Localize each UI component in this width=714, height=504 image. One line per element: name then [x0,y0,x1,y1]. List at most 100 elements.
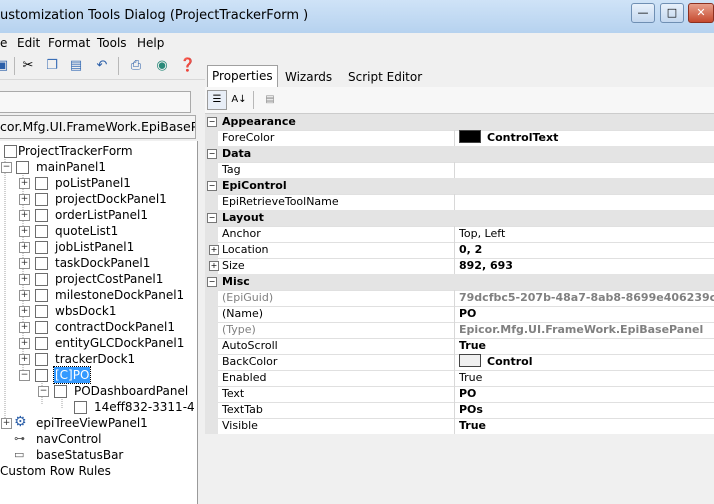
menu-help[interactable]: Help [137,36,164,50]
checkbox[interactable] [74,401,87,414]
minimize-button[interactable]: — [631,3,655,23]
menu-edit[interactable]: Edit [17,36,40,50]
categorized-icon[interactable]: ☰ [207,90,227,110]
checkbox[interactable] [35,177,48,190]
collapse-icon[interactable]: − [38,386,49,397]
property-value[interactable]: True [459,338,714,354]
property-row[interactable]: + Location 0, 2 [205,242,714,259]
paste-icon[interactable]: ▤ [66,56,86,76]
checkbox[interactable] [35,257,48,270]
expand-icon[interactable]: + [19,194,30,205]
expand-icon[interactable]: + [19,242,30,253]
checkbox[interactable] [35,305,48,318]
maximize-button[interactable]: □ [660,3,684,23]
expand-icon[interactable]: + [19,338,30,349]
property-row[interactable]: (EpiGuid) 79dcfbc5-207b-48a7-8ab8-8699e4… [205,290,714,307]
checkbox[interactable] [35,241,48,254]
expand-icon[interactable]: + [19,322,30,333]
alphabetical-icon[interactable]: A↓ [229,90,249,110]
expand-icon[interactable]: + [19,354,30,365]
tab-properties[interactable]: Properties [207,65,278,88]
checkbox[interactable] [35,289,48,302]
property-value[interactable]: Top, Left [459,226,714,242]
control-selector[interactable] [0,91,191,113]
property-row[interactable]: Visible True [205,418,714,435]
collapse-icon[interactable]: − [207,181,217,191]
expand-icon[interactable]: + [19,226,30,237]
collapse-icon[interactable]: − [1,162,12,173]
property-value[interactable]: True [459,418,714,434]
checkbox[interactable] [35,225,48,238]
checkbox[interactable] [35,321,48,334]
category-misc[interactable]: − Misc [205,274,714,291]
property-row[interactable]: BackColor Control [205,354,714,371]
expand-icon[interactable]: + [19,210,30,221]
checkbox[interactable] [54,385,67,398]
collapse-icon[interactable]: − [19,370,30,381]
tab-wizards[interactable]: Wizards [281,67,336,87]
property-row[interactable]: (Type) Epicor.Mfg.UI.FrameWork.EpiBasePa… [205,322,714,339]
property-value[interactable] [459,194,714,210]
expand-icon[interactable]: + [1,418,12,429]
property-value[interactable]: 0, 2 [459,242,714,258]
checkbox[interactable] [35,353,48,366]
property-grid[interactable]: − Appearance ForeColor ControlText − Dat… [205,114,714,435]
property-value[interactable]: PO [459,386,714,402]
save-icon[interactable]: ▣ [0,56,12,76]
category-layout[interactable]: − Layout [205,210,714,227]
property-row[interactable]: Tag [205,162,714,179]
collapse-icon[interactable]: − [207,277,217,287]
property-value[interactable]: 79dcfbc5-207b-48a7-8ab8-8699e406239c [459,290,714,306]
close-button[interactable]: ✕ [688,3,714,23]
property-row[interactable]: Anchor Top, Left [205,226,714,243]
menu-format[interactable]: Format [48,36,90,50]
property-value[interactable]: True [459,370,714,386]
copy-icon[interactable]: ❐ [42,56,62,76]
property-row[interactable]: EpiRetrieveToolName [205,194,714,211]
undo-icon[interactable]: ↶ [92,56,112,76]
menu-tools[interactable]: Tools [97,36,127,50]
cut-icon[interactable]: ✂ [18,56,38,76]
expand-icon[interactable]: + [209,261,219,271]
property-value[interactable]: PO [459,306,714,322]
checkbox[interactable] [35,273,48,286]
checkbox[interactable] [35,193,48,206]
expand-icon[interactable]: + [19,290,30,301]
expand-icon[interactable]: + [19,178,30,189]
collapse-icon[interactable]: − [207,213,217,223]
control-tree[interactable]: ProjectTrackerForm − mainPanel1 + poList… [0,141,198,504]
property-value[interactable]: POs [459,402,714,418]
expand-icon[interactable]: + [19,306,30,317]
checkbox[interactable] [35,369,48,382]
property-row[interactable]: Enabled True [205,370,714,387]
property-row[interactable]: + Size 892, 693 [205,258,714,275]
property-row[interactable]: TextTab POs [205,402,714,419]
checkbox[interactable] [35,209,48,222]
expand-icon[interactable]: + [19,258,30,269]
category-epicontrol[interactable]: − EpiControl [205,178,714,195]
checkbox[interactable] [4,145,17,158]
tab-script-editor[interactable]: Script Editor [344,67,426,87]
expand-icon[interactable]: + [19,274,30,285]
property-value[interactable] [459,162,714,178]
menu-file[interactable]: e [0,36,7,50]
property-row[interactable]: ForeColor ControlText [205,130,714,147]
collapse-icon[interactable]: − [207,117,217,127]
checkbox[interactable] [16,161,29,174]
expand-icon[interactable]: + [209,245,219,255]
category-appearance[interactable]: − Appearance [205,114,714,131]
property-value[interactable]: ControlText [459,130,714,146]
property-row[interactable]: AutoScroll True [205,338,714,355]
property-value[interactable]: Epicor.Mfg.UI.FrameWork.EpiBasePanel [459,322,714,338]
print-icon[interactable]: ⎙ [126,56,146,76]
category-data[interactable]: − Data [205,146,714,163]
property-row[interactable]: (Name) PO [205,306,714,323]
help-icon[interactable]: ❓ [178,56,198,76]
checkbox[interactable] [35,337,48,350]
property-row[interactable]: Text PO [205,386,714,403]
collapse-icon[interactable]: − [207,149,217,159]
property-pages-icon[interactable]: ▤ [260,90,280,110]
property-value[interactable]: Control [459,354,714,370]
property-value[interactable]: 892, 693 [459,258,714,274]
print-preview-icon[interactable]: ◉ [152,56,172,76]
